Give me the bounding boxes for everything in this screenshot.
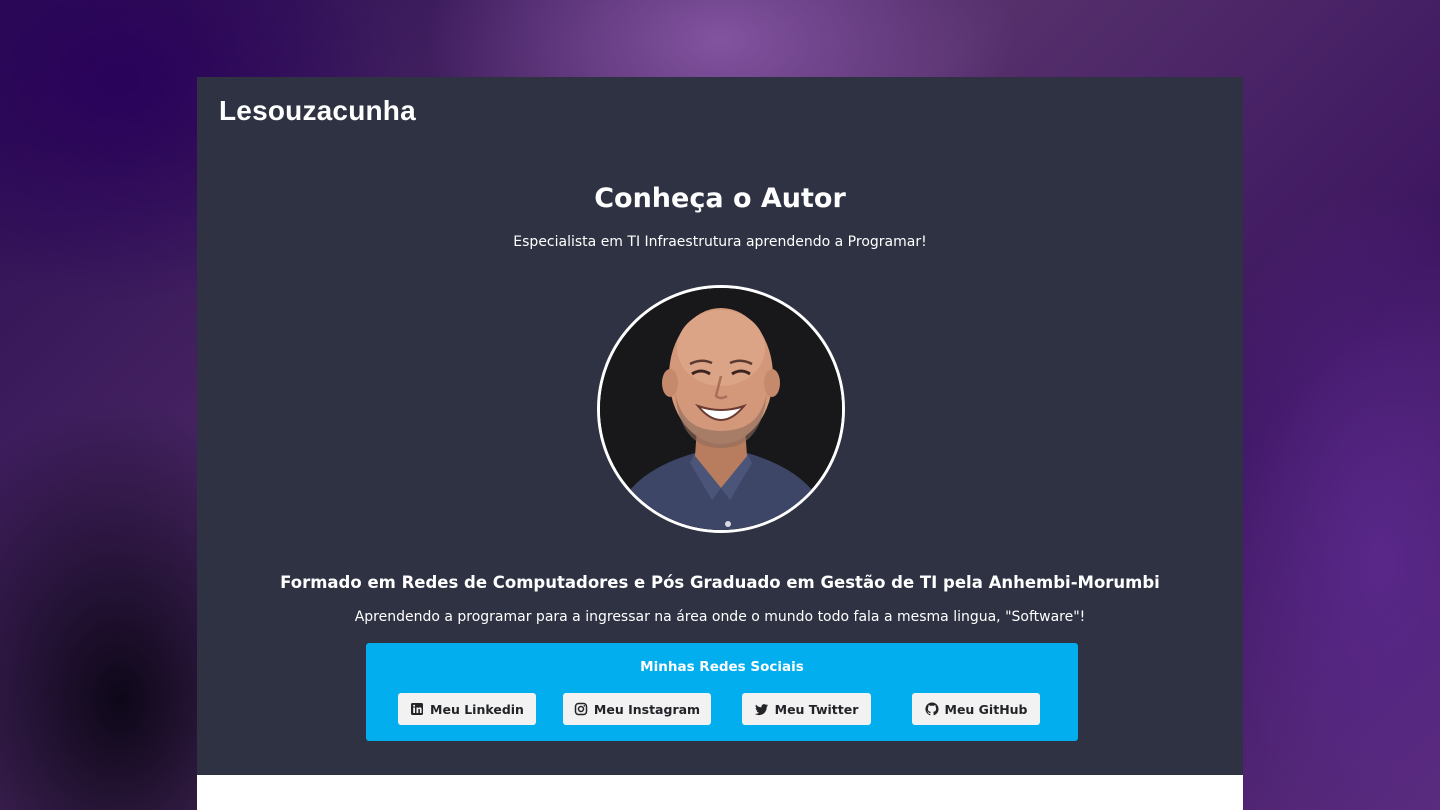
linkedin-button[interactable]: Meu Linkedin [398,693,536,725]
author-headline: Formado em Redes de Computadores e Pós G… [280,573,1160,592]
linkedin-icon [410,702,424,716]
instagram-icon [574,702,588,716]
page-subtitle: Especialista em TI Infraestrutura aprend… [513,234,927,250]
twitter-icon [754,702,769,716]
author-description: Aprendendo a programar para a ingressar … [354,609,1086,625]
hero-section: Lesouzacunha Conheça o Autor Especialist… [197,77,1243,775]
social-links-panel: Minhas Redes Sociais Meu Linkedin Meu In… [366,643,1078,741]
instagram-button[interactable]: Meu Instagram [563,693,711,725]
social-panel-title: Minhas Redes Sociais [640,659,804,675]
brand-logo-text[interactable]: Lesouzacunha [219,95,416,127]
github-button-label: Meu GitHub [944,701,1028,717]
twitter-button[interactable]: Meu Twitter [742,693,871,725]
github-button[interactable]: Meu GitHub [912,693,1040,725]
linkedin-button-label: Meu Linkedin [430,701,524,717]
author-photo [597,285,845,533]
github-icon [924,702,939,716]
instagram-button-label: Meu Instagram [593,701,701,717]
site-page: Lesouzacunha Conheça o Autor Especialist… [197,77,1243,810]
page-title: Conheça o Autor [594,183,846,214]
twitter-button-label: Meu Twitter [774,701,859,717]
